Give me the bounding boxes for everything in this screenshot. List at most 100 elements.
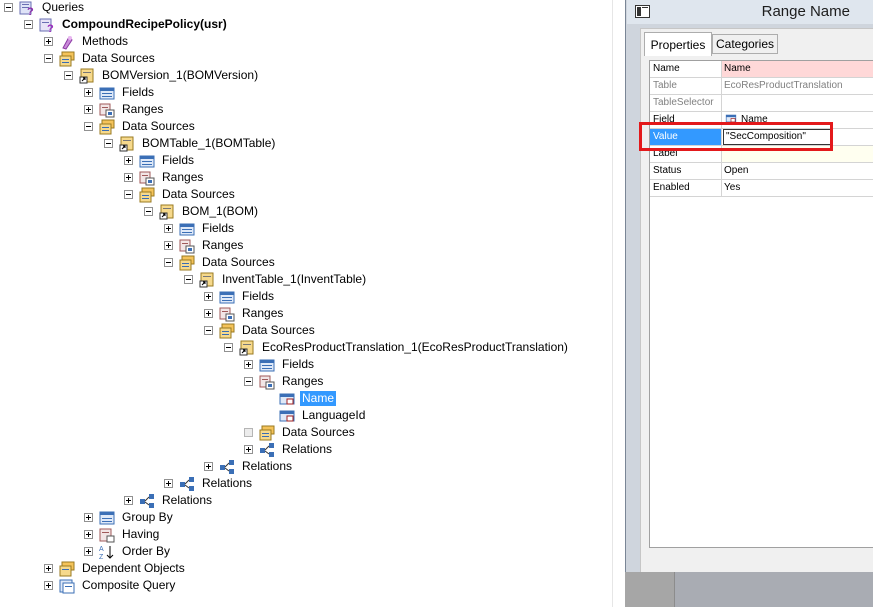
tree-node-label[interactable]: Data Sources — [240, 323, 317, 338]
tree-node-label[interactable]: Fields — [280, 357, 316, 372]
tree-node[interactable]: Data Sources — [244, 424, 357, 441]
tree-node[interactable]: ? CompoundRecipePolicy(usr) — [24, 16, 229, 33]
expand-icon[interactable] — [124, 156, 133, 165]
expand-icon[interactable] — [44, 581, 53, 590]
tree-node[interactable]: Composite Query — [44, 577, 177, 594]
tree-node-label[interactable]: Ranges — [160, 170, 205, 185]
collapse-icon[interactable] — [184, 275, 193, 284]
tree-node-label[interactable]: BOMVersion_1(BOMVersion) — [100, 68, 260, 83]
tree-node-label[interactable]: Ranges — [280, 374, 325, 389]
empty-expander-icon[interactable] — [244, 428, 253, 437]
property-value[interactable]: Name — [722, 61, 873, 77]
tree-node[interactable]: Data Sources — [164, 254, 277, 271]
tree-node[interactable]: EcoResProductTranslation_1(EcoResProduct… — [224, 339, 570, 356]
tree-node-label[interactable]: CompoundRecipePolicy(usr) — [60, 17, 229, 32]
tree-node[interactable]: Having — [84, 526, 161, 543]
property-value[interactable]: Name — [722, 112, 873, 128]
expand-icon[interactable] — [164, 241, 173, 250]
value-edit-field[interactable]: "SecComposition" — [723, 129, 831, 145]
tree-node-label[interactable]: Fields — [200, 221, 236, 236]
property-row-status[interactable]: Status Open — [650, 163, 873, 180]
tree-node-label[interactable]: Dependent Objects — [80, 561, 187, 576]
tree-node[interactable]: A Z Order By — [84, 543, 172, 560]
tree-node[interactable]: Data Sources — [124, 186, 237, 203]
tree-node-label[interactable]: Data Sources — [280, 425, 357, 440]
tree-node-label[interactable]: Fields — [120, 85, 156, 100]
aot-tree[interactable]: ? Queries? CompoundRecipePolicy(usr) Method… — [0, 0, 625, 607]
collapse-icon[interactable] — [4, 3, 13, 12]
tree-node-label[interactable]: Ranges — [120, 102, 165, 117]
expand-icon[interactable] — [44, 37, 53, 46]
tree-node-label[interactable]: Methods — [80, 34, 130, 49]
property-row-label[interactable]: Label — [650, 146, 873, 163]
tree-node[interactable]: InventTable_1(InventTable) — [184, 271, 368, 288]
tree-node[interactable]: Dependent Objects — [44, 560, 187, 577]
tree-node-label[interactable]: BOMTable_1(BOMTable) — [140, 136, 277, 151]
tree-node[interactable]: Group By — [84, 509, 175, 526]
tree-node-label[interactable]: Ranges — [200, 238, 245, 253]
tree-node[interactable]: Ranges — [164, 237, 245, 254]
expand-icon[interactable] — [204, 462, 213, 471]
tab-properties[interactable]: Properties — [644, 32, 712, 56]
tree-node[interactable]: ? Queries — [4, 0, 86, 16]
property-value[interactable]: Open — [722, 163, 873, 179]
expand-icon[interactable] — [124, 173, 133, 182]
expand-icon[interactable] — [164, 479, 173, 488]
tree-node-label[interactable]: Queries — [40, 0, 86, 15]
tree-node-label[interactable]: Data Sources — [160, 187, 237, 202]
tree-node[interactable]: Fields — [164, 220, 236, 237]
tree-node[interactable]: Relations — [204, 458, 294, 475]
collapse-icon[interactable] — [84, 122, 93, 131]
tree-node-label[interactable]: Relations — [200, 476, 254, 491]
tree-node[interactable]: Data Sources — [44, 50, 157, 67]
property-value[interactable]: Yes — [722, 180, 873, 196]
tree-node[interactable]: BOM_1(BOM) — [144, 203, 260, 220]
tree-node-label[interactable]: BOM_1(BOM) — [180, 204, 260, 219]
expand-icon[interactable] — [164, 224, 173, 233]
collapse-icon[interactable] — [104, 139, 113, 148]
tree-node-label[interactable]: Data Sources — [80, 51, 157, 66]
title-bar[interactable]: Range Name — [627, 0, 873, 24]
tree-node[interactable]: Data Sources — [84, 118, 197, 135]
tab-categories[interactable]: Categories — [712, 34, 778, 54]
collapse-icon[interactable] — [44, 54, 53, 63]
property-row-name[interactable]: Name Name — [650, 61, 873, 78]
expand-icon[interactable] — [84, 105, 93, 114]
collapse-icon[interactable] — [24, 20, 33, 29]
tree-node[interactable]: Ranges — [84, 101, 165, 118]
tree-node[interactable]: Fields — [84, 84, 156, 101]
property-row-table[interactable]: Table EcoResProductTranslation — [650, 78, 873, 95]
tree-node-label[interactable]: LanguageId — [300, 408, 367, 423]
collapse-icon[interactable] — [144, 207, 153, 216]
property-value[interactable]: EcoResProductTranslation — [722, 78, 873, 94]
tree-node[interactable]: BOMVersion_1(BOMVersion) — [64, 67, 260, 84]
expand-icon[interactable] — [204, 309, 213, 318]
tree-node-label[interactable]: InventTable_1(InventTable) — [220, 272, 368, 287]
property-row-tableselector[interactable]: TableSelector — [650, 95, 873, 112]
tree-node[interactable]: Relations — [244, 441, 334, 458]
tree-node-label[interactable]: EcoResProductTranslation_1(EcoResProduct… — [260, 340, 570, 355]
tree-node[interactable]: Ranges — [204, 305, 285, 322]
property-value[interactable] — [722, 95, 873, 111]
tree-node-label[interactable]: Fields — [160, 153, 196, 168]
collapse-icon[interactable] — [124, 190, 133, 199]
tree-node[interactable]: Methods — [44, 33, 130, 50]
expand-icon[interactable] — [84, 513, 93, 522]
expand-icon[interactable] — [84, 530, 93, 539]
collapse-icon[interactable] — [164, 258, 173, 267]
tree-node[interactable]: Data Sources — [204, 322, 317, 339]
tree-node-label[interactable]: Name — [298, 390, 338, 407]
tree-node[interactable]: Fields — [204, 288, 276, 305]
tree-node[interactable]: Relations — [124, 492, 214, 509]
tree-node[interactable]: Fields — [244, 356, 316, 373]
property-row-value[interactable]: Value "SecComposition" — [650, 129, 873, 146]
tree-node-label[interactable]: Data Sources — [120, 119, 197, 134]
tree-node-label[interactable]: Data Sources — [200, 255, 277, 270]
collapse-icon[interactable] — [244, 377, 253, 386]
tree-node[interactable]: Ranges — [244, 373, 325, 390]
tree-node-label[interactable]: Relations — [280, 442, 334, 457]
collapse-icon[interactable] — [224, 343, 233, 352]
tree-node-label[interactable]: Having — [120, 527, 161, 542]
tree-node-label[interactable]: Order By — [120, 544, 172, 559]
tree-node-label[interactable]: Relations — [160, 493, 214, 508]
